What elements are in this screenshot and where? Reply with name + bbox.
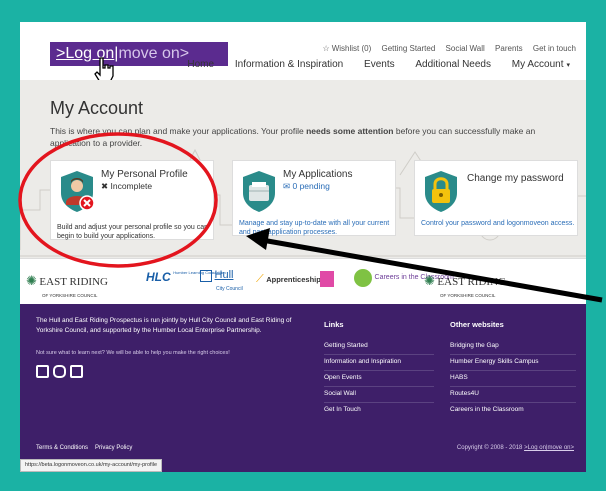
- folder-shield-icon: [243, 171, 275, 212]
- partner-hlc[interactable]: HLC Humber Learning Consortium: [146, 270, 226, 284]
- copyright-text: Copyright © 2008 - 2018: [456, 445, 525, 451]
- star-icon: ☆: [322, 44, 330, 53]
- card-description: Build and adjust your personal profile s…: [57, 224, 208, 240]
- partner-careers-magenta: [320, 271, 334, 289]
- page-title: My Account: [50, 98, 144, 118]
- partner-name: Careers in the Classroom: [374, 274, 454, 281]
- partner-east-riding-2[interactable]: ✺ EAST RIDING OF YORKSHIRE COUNCIL: [424, 273, 506, 299]
- partner-apprenticeships[interactable]: ⟋ Apprenticeships: [256, 273, 325, 286]
- card-title: Change my password: [467, 173, 564, 184]
- copyright: Copyright © 2008 - 2018 >Log on|move on>: [457, 445, 574, 451]
- wishlist-link[interactable]: Wishlist (0): [332, 44, 372, 53]
- twitter-icon[interactable]: [70, 365, 83, 378]
- profile-status: ✖ Incomplete: [101, 181, 152, 192]
- parents-link[interactable]: Parents: [495, 44, 523, 53]
- person-shield-icon: [61, 171, 95, 212]
- links-heading: Links: [324, 320, 344, 329]
- partner-subtitle: OF YORKSHIRE COUNCIL: [440, 293, 496, 298]
- facebook-icon[interactable]: [36, 365, 49, 378]
- top-links: ☆ Wishlist (0) Getting Started Social Wal…: [315, 44, 576, 53]
- card-title: My Personal Profile: [101, 169, 188, 180]
- partner-name: EAST RIDING: [437, 276, 506, 288]
- social-wall-link[interactable]: Social Wall: [446, 44, 485, 53]
- footer-link-bridging-the-gap[interactable]: Bridging the Gap: [450, 342, 499, 349]
- footer-link-getting-started[interactable]: Getting Started: [324, 342, 368, 349]
- site-header: >Log on|move on> ☆ Wishlist (0) Getting S…: [20, 22, 586, 83]
- terms-link[interactable]: Terms & Conditions: [36, 445, 88, 451]
- site-footer: The Hull and East Riding Prospectus is r…: [20, 304, 586, 472]
- footer-about: The Hull and East Riding Prospectus is r…: [36, 317, 292, 334]
- partner-name: Apprenticeships: [266, 275, 325, 284]
- partner-logos: ✺ EAST RIDING OF YORKSHIRE COUNCIL HLC H…: [20, 258, 586, 304]
- lock-shield-icon: [425, 171, 457, 212]
- getting-started-link[interactable]: Getting Started: [381, 44, 435, 53]
- intro-emphasis: needs some attention: [306, 126, 394, 136]
- intro-text: This is where you can plan and make your…: [50, 125, 570, 149]
- partner-careers-classroom[interactable]: Careers in the Classroom: [354, 269, 454, 287]
- footer-link-careers-classroom[interactable]: Careers in the Classroom: [450, 406, 524, 413]
- applications-card[interactable]: My Applications ✉ 0 pending Manage and s…: [232, 160, 396, 236]
- applications-status: ✉ 0 pending: [283, 181, 330, 192]
- profile-status-label: Incomplete: [110, 181, 153, 191]
- copyright-logo[interactable]: >Log on|move on>: [524, 445, 574, 451]
- chevron-down-icon: ▾: [566, 62, 570, 69]
- status-bar-url: https://beta.logonmoveon.co.uk/my-accoun…: [20, 459, 163, 472]
- footer-link-open-events[interactable]: Open Events: [324, 374, 362, 381]
- browser-page: >Log on|move on> ☆ Wishlist (0) Getting S…: [20, 22, 586, 472]
- card-description: Control your password and logonmoveon ac…: [421, 220, 575, 227]
- nav-information-inspiration[interactable]: Information & Inspiration: [235, 59, 343, 70]
- footer-link-habs[interactable]: HABS: [450, 374, 468, 381]
- card-description: Manage and stay up-to-date with all your…: [239, 220, 390, 236]
- partner-subtitle: City Council: [216, 285, 243, 292]
- get-in-touch-link[interactable]: Get in touch: [533, 44, 576, 53]
- partner-name: EAST RIDING: [39, 276, 108, 288]
- partner-subtitle: OF YORKSHIRE COUNCIL: [42, 293, 98, 298]
- personal-profile-card[interactable]: My Personal Profile ✖ Incomplete Build a…: [50, 160, 214, 240]
- applications-status-label: 0 pending: [292, 181, 330, 191]
- nav-home[interactable]: Home: [187, 59, 214, 70]
- footer-link-information[interactable]: Information and Inspiration: [324, 358, 401, 365]
- nav-events[interactable]: Events: [364, 59, 395, 70]
- main-nav: Home Information & Inspiration Events Ad…: [169, 59, 570, 70]
- footer-link-get-in-touch[interactable]: Get In Touch: [324, 406, 361, 413]
- intro-text-start: This is where you can plan and make your…: [50, 126, 307, 136]
- partner-name: HLC: [146, 270, 171, 284]
- change-password-card[interactable]: Change my password Control your password…: [414, 160, 578, 236]
- footer-link-routes4u[interactable]: Routes4U: [450, 390, 479, 397]
- footer-link-humber-energy[interactable]: Humber Energy Skills Campus: [450, 358, 539, 365]
- card-title: My Applications: [283, 169, 353, 180]
- privacy-link[interactable]: Privacy Policy: [95, 445, 132, 451]
- footer-note: Not sure what to learn next? We will be …: [36, 350, 230, 356]
- social-links: [36, 365, 87, 383]
- footer-link-social-wall[interactable]: Social Wall: [324, 390, 356, 397]
- nav-my-account[interactable]: My Account: [512, 59, 564, 70]
- partner-hull[interactable]: Hull City Council: [200, 269, 243, 292]
- instagram-icon[interactable]: [53, 365, 66, 378]
- account-hero: My Account This is where you can plan an…: [20, 80, 586, 258]
- nav-additional-needs[interactable]: Additional Needs: [415, 59, 491, 70]
- partner-name: Hull: [214, 269, 234, 281]
- other-websites-heading: Other websites: [450, 320, 504, 329]
- partner-east-riding[interactable]: ✺ EAST RIDING OF YORKSHIRE COUNCIL: [26, 273, 108, 299]
